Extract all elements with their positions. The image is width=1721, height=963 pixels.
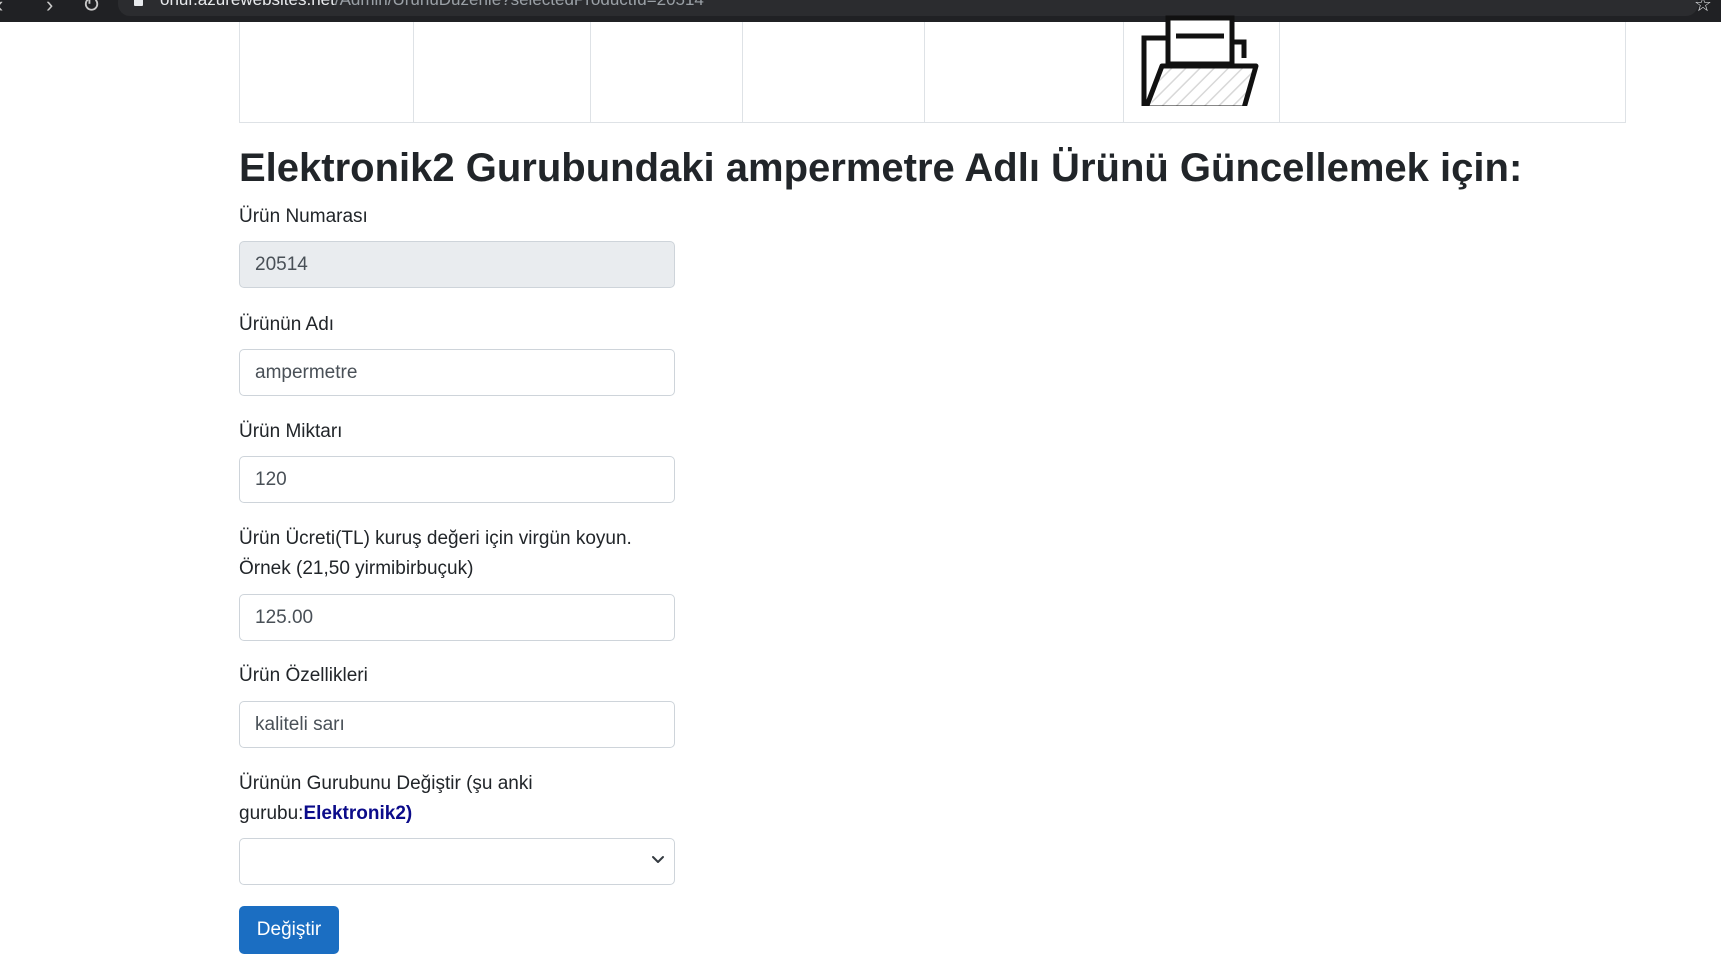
product-number-label: Ürün Numarası (239, 206, 368, 227)
url-text[interactable]: onur.azurewebsites.net/Admin/UrunuDuzenl… (160, 0, 704, 10)
group-label-prefix: gurubu: (239, 803, 304, 824)
bookmark-star-icon[interactable]: ☆ (1694, 0, 1712, 17)
quantity-field[interactable] (239, 456, 675, 503)
submit-button[interactable]: Değiştir (239, 906, 339, 954)
icon-cell[interactable] (742, 22, 925, 123)
browser-toolbar: ‹ › ↻ onur.azurewebsites.net/Admin/Urunu… (0, 0, 1721, 22)
price-label-line2: Örnek (21,50 yirmibirbuçuk) (239, 558, 474, 579)
back-arrow-icon[interactable]: ‹ (0, 0, 3, 16)
admin-icon-table (239, 15, 1626, 123)
reload-icon[interactable]: ↻ (82, 0, 100, 16)
product-number-field[interactable] (239, 241, 675, 288)
current-group-name: Elektronik2) (303, 803, 413, 824)
chevron-down-icon (652, 856, 664, 863)
lock-icon (134, 0, 143, 6)
icon-cell-folder[interactable] (1123, 15, 1280, 123)
icon-cell[interactable] (924, 22, 1124, 123)
group-select[interactable] (239, 838, 675, 885)
icon-cell[interactable] (239, 22, 414, 123)
price-label-line1: Ürün Ücreti(TL) kuruş değeri için virgün… (239, 528, 632, 549)
group-label-line1: Ürünün Gurubunu Değiştir (şu anki (239, 773, 533, 794)
price-field[interactable] (239, 594, 675, 641)
features-label: Ürün Özellikleri (239, 665, 368, 686)
icon-cell[interactable] (413, 22, 591, 123)
product-name-label: Ürünün Adı (239, 314, 335, 335)
url-host: onur.azurewebsites.net (160, 0, 335, 9)
features-field[interactable] (239, 701, 675, 748)
forward-arrow-icon[interactable]: › (46, 0, 53, 16)
group-label-line2: gurubu:Elektronik2) (239, 799, 412, 829)
product-name-field[interactable] (239, 349, 675, 396)
page-title: Elektronik2 Gurubundaki ampermetre Adlı … (239, 146, 1523, 190)
open-folder-icon[interactable] (1140, 14, 1264, 106)
url-path: /Admin/UrunuDuzenle?selectedProductId=20… (335, 0, 704, 9)
icon-cell[interactable] (590, 22, 743, 123)
icon-cell[interactable] (1279, 22, 1626, 123)
quantity-label: Ürün Miktarı (239, 421, 343, 442)
